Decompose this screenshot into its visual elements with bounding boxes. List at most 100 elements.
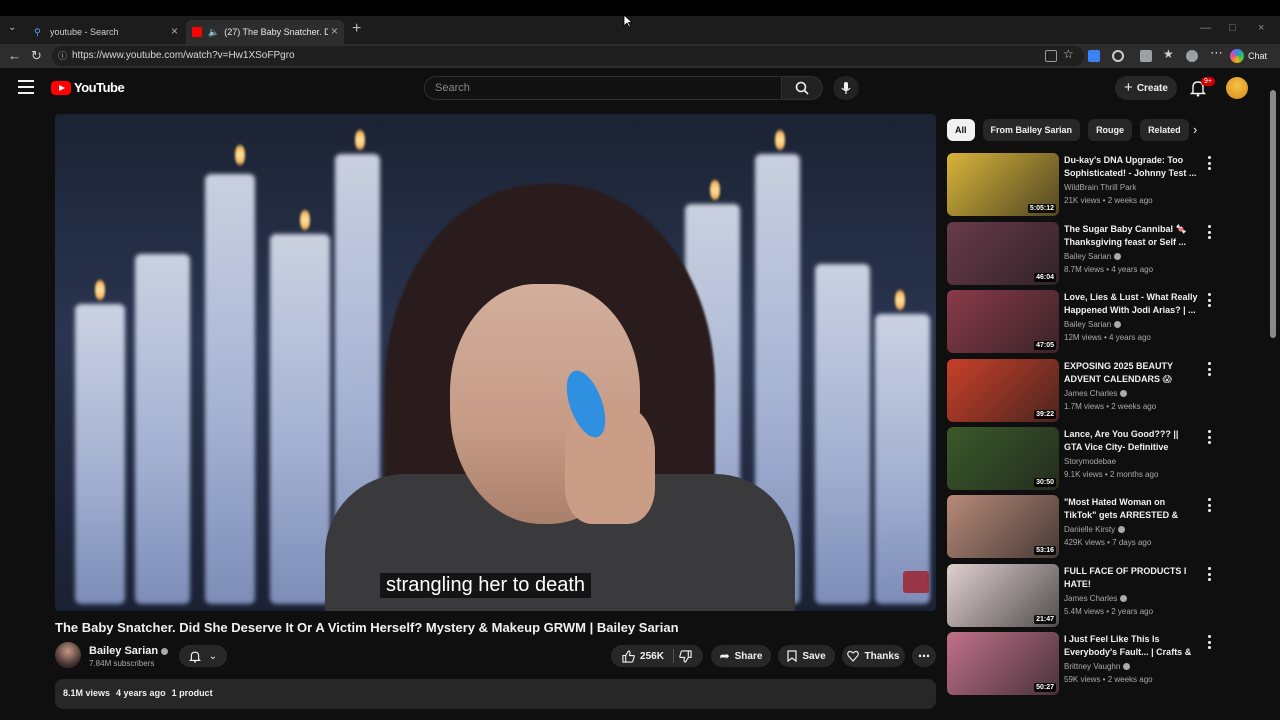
chip-from-channel[interactable]: From Bailey Sarian: [982, 119, 1081, 141]
video-thumbnail[interactable]: 47:05: [947, 290, 1059, 353]
more-vertical-icon[interactable]: [1207, 225, 1211, 239]
mouse-cursor-icon: [623, 14, 633, 28]
video-thumbnail[interactable]: 30:50: [947, 427, 1059, 490]
recommendation-title[interactable]: Lance, Are You Good??? || GTA Vice City-…: [1064, 428, 1198, 454]
share-button[interactable]: ➦ Share: [711, 645, 771, 667]
recommendation-channel[interactable]: Danielle Kirsty: [1064, 525, 1126, 534]
favorites-icon[interactable]: ★: [1163, 47, 1174, 61]
video-thumbnail[interactable]: 53:16: [947, 495, 1059, 558]
maximize-icon[interactable]: □: [1229, 22, 1236, 34]
more-actions-button[interactable]: ⋯: [912, 645, 936, 667]
tab-close-icon[interactable]: ×: [171, 24, 178, 38]
extensions-puzzle-icon[interactable]: [1140, 50, 1152, 62]
new-tab-plus-icon[interactable]: +: [352, 20, 361, 38]
recommendation-channel[interactable]: WildBrain Thrill Park: [1064, 183, 1136, 192]
channel-name-text: WildBrain Thrill Park: [1064, 183, 1137, 192]
address-bar-row: ← ↻ ⓘ https://www.youtube.com/watch?v=Hw…: [0, 44, 1280, 68]
thumbs-up-icon[interactable]: [622, 649, 635, 663]
thanks-button[interactable]: Thanks: [842, 645, 905, 667]
video-player[interactable]: strangling her to death: [55, 114, 936, 611]
extension-icon[interactable]: [1088, 50, 1100, 62]
thumbs-down-icon[interactable]: [679, 649, 692, 663]
tab-title: (27) The Baby Snatcher. Did S: [224, 27, 329, 37]
browser-menu-icon[interactable]: ⋯: [1210, 45, 1223, 61]
chip-all[interactable]: All: [947, 119, 975, 141]
recommendation-title[interactable]: I Just Feel Like This Is Everybody's Fau…: [1064, 633, 1198, 659]
more-vertical-icon[interactable]: [1207, 498, 1211, 512]
more-vertical-icon[interactable]: [1207, 635, 1211, 649]
subscribe-watermark-icon[interactable]: [903, 571, 929, 593]
recommendation-item[interactable]: 30:50 Lance, Are You Good??? || GTA Vice …: [947, 427, 1223, 491]
video-thumbnail[interactable]: 50:27: [947, 632, 1059, 695]
recommendation-item[interactable]: 21:47 FULL FACE OF PRODUCTS I HATE! James …: [947, 564, 1223, 628]
recommendation-item[interactable]: 53:16 "Most Hated Woman on TikTok" gets A…: [947, 495, 1223, 559]
recommendation-title[interactable]: Love, Lies & Lust - What Really Happened…: [1064, 291, 1198, 317]
scrollbar-thumb[interactable]: [1270, 90, 1276, 338]
recommendation-title[interactable]: The Sugar Baby Cannibal 🍬 Thanksgiving f…: [1064, 223, 1198, 249]
menu-hamburger-icon[interactable]: [18, 80, 34, 94]
channel-name-text: Bailey Sarian: [1064, 320, 1112, 329]
voice-search-button[interactable]: [833, 76, 859, 100]
recommendation-channel[interactable]: Storymodebae: [1064, 457, 1116, 466]
tab-close-icon[interactable]: ×: [331, 24, 338, 38]
like-count[interactable]: 256K: [640, 651, 664, 662]
copilot-chat-button[interactable]: Chat: [1230, 47, 1267, 65]
channel-name[interactable]: Bailey Sarian: [89, 645, 169, 657]
recommendation-meta: 21K views • 2 weeks ago: [1064, 196, 1153, 205]
more-vertical-icon[interactable]: [1207, 567, 1211, 581]
recommendation-item[interactable]: 39:22 EXPOSING 2025 BEAUTY ADVENT CALENDA…: [947, 359, 1223, 423]
url-field[interactable]: ⓘ https://www.youtube.com/watch?v=Hw1XSo…: [52, 46, 1084, 66]
video-thumbnail[interactable]: 39:22: [947, 359, 1059, 422]
video-duration: 46:04: [1034, 273, 1056, 282]
channel-avatar[interactable]: [55, 642, 81, 668]
more-vertical-icon[interactable]: [1207, 156, 1211, 170]
video-thumbnail[interactable]: 5:05:12: [947, 153, 1059, 216]
more-vertical-icon[interactable]: [1207, 430, 1211, 444]
reload-icon[interactable]: ↻: [31, 48, 42, 64]
save-button[interactable]: Save: [778, 645, 835, 667]
browser-tab-video[interactable]: 🔈 (27) The Baby Snatcher. Did S ×: [186, 20, 344, 44]
youtube-logo[interactable]: YouTube: [51, 80, 125, 95]
more-vertical-icon[interactable]: [1207, 362, 1211, 376]
extension-icon[interactable]: [1112, 50, 1124, 62]
url-text: https://www.youtube.com/watch?v=Hw1XSoFP…: [72, 50, 295, 61]
search-button[interactable]: [781, 76, 823, 100]
minimize-icon[interactable]: —: [1200, 22, 1211, 34]
browser-tab-search[interactable]: ⚲ youtube - Search ×: [28, 20, 184, 44]
channel-name-text: Brittney Vaughn: [1064, 662, 1121, 671]
more-vertical-icon[interactable]: [1207, 293, 1211, 307]
site-info-icon[interactable]: ⓘ: [58, 49, 67, 62]
recommendation-meta: 1.7M views • 2 weeks ago: [1064, 402, 1157, 411]
recommendation-title[interactable]: EXPOSING 2025 BEAUTY ADVENT CALENDARS 😱: [1064, 360, 1198, 386]
product-count[interactable]: 1 product: [172, 688, 213, 698]
recommendation-title[interactable]: Du-kay's DNA Upgrade: Too Sophisticated!…: [1064, 154, 1198, 180]
apps-icon[interactable]: [1045, 50, 1057, 62]
recommendation-item[interactable]: 50:27 I Just Feel Like This Is Everybody'…: [947, 632, 1223, 696]
tab-list-chevron-icon[interactable]: ⌄: [8, 22, 16, 33]
favorite-star-icon[interactable]: ☆: [1063, 47, 1074, 61]
recommendation-title[interactable]: FULL FACE OF PRODUCTS I HATE!: [1064, 565, 1198, 591]
video-thumbnail[interactable]: 21:47: [947, 564, 1059, 627]
speaker-icon[interactable]: 🔈: [208, 27, 219, 38]
user-avatar[interactable]: [1226, 77, 1248, 99]
recommendation-item[interactable]: 5:05:12 Du-kay's DNA Upgrade: Too Sophist…: [947, 153, 1223, 217]
recommendation-channel[interactable]: James Charles: [1064, 594, 1128, 603]
recommendation-item[interactable]: 46:04 The Sugar Baby Cannibal 🍬 Thanksgiv…: [947, 222, 1223, 286]
recommendation-channel[interactable]: Brittney Vaughn: [1064, 662, 1131, 671]
recommendation-channel[interactable]: James Charles: [1064, 389, 1128, 398]
recommendation-item[interactable]: 47:05 Love, Lies & Lust - What Really Hap…: [947, 290, 1223, 354]
chevron-right-icon[interactable]: ›: [1193, 122, 1197, 137]
chip-related[interactable]: Related: [1140, 119, 1189, 141]
recommendation-channel[interactable]: Bailey Sarian: [1064, 320, 1122, 329]
recommendation-channel[interactable]: Bailey Sarian: [1064, 252, 1122, 261]
recommendation-title[interactable]: "Most Hated Woman on TikTok" gets ARREST…: [1064, 496, 1198, 522]
create-button[interactable]: + Create: [1115, 76, 1177, 100]
chip-rouge[interactable]: Rouge: [1088, 119, 1133, 141]
window-close-icon[interactable]: ×: [1258, 22, 1264, 34]
video-thumbnail[interactable]: 46:04: [947, 222, 1059, 285]
back-arrow-icon[interactable]: ←: [8, 48, 21, 63]
subscribed-notifications-button[interactable]: ⌄: [179, 645, 227, 667]
recommendation-meta: 8.7M views • 4 years ago: [1064, 265, 1154, 274]
profile-icon[interactable]: [1186, 50, 1198, 62]
search-input[interactable]: Search: [424, 76, 782, 100]
